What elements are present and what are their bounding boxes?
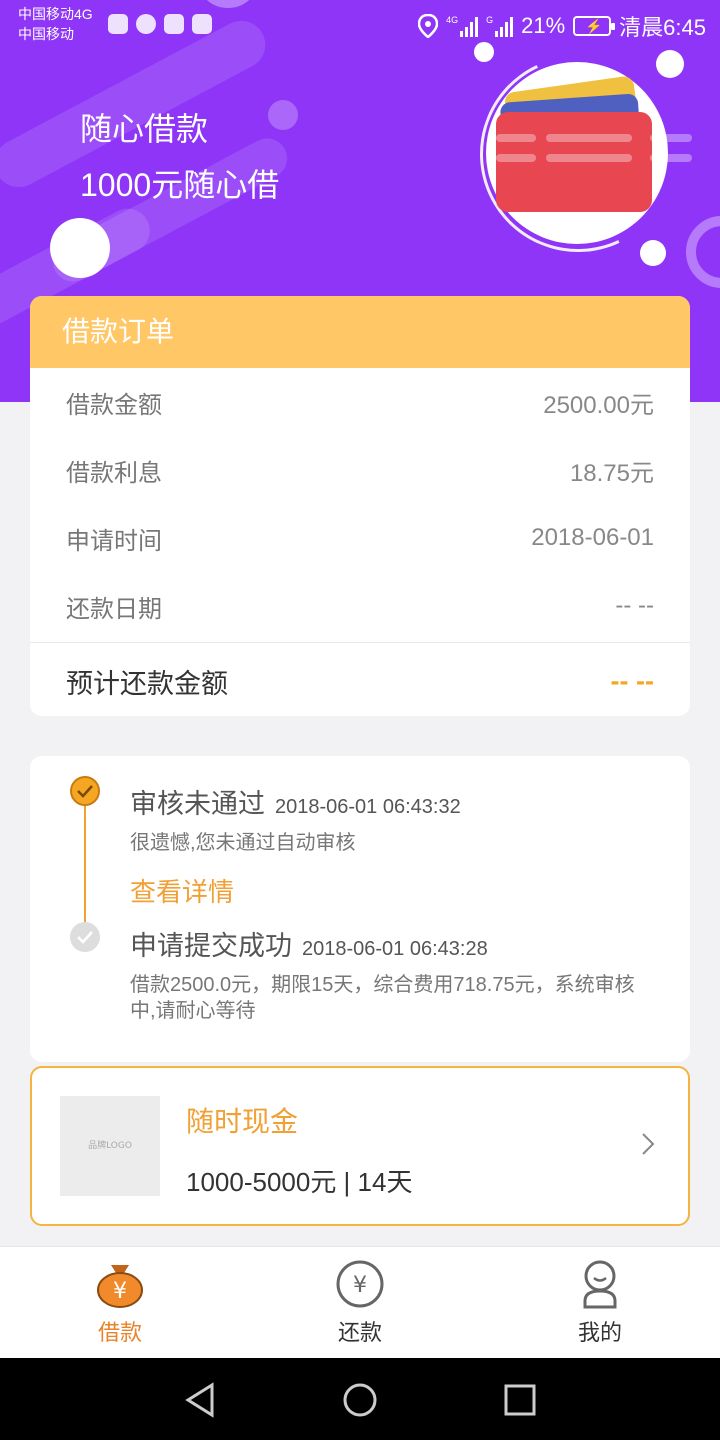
hero-title: 随心借款 <box>80 111 209 147</box>
step-time: 2018-06-01 06:43:28 <box>302 938 488 960</box>
nav-label: 借款 <box>97 1320 142 1345</box>
timeline-connector <box>84 804 86 930</box>
row-label: 申请时间 <box>66 527 162 555</box>
yen-circle-icon: ¥ <box>336 1260 384 1308</box>
order-row-apply-time: 申请时间 2018-06-01 <box>30 504 690 572</box>
step-title: 申请提交成功 <box>130 931 292 961</box>
step-desc: 借款2500.0元，期限15天，综合费用718.75元，系统审核中,请耐心等待 <box>130 974 635 1022</box>
row-label: 还款日期 <box>66 595 162 623</box>
step-time: 2018-06-01 06:43:32 <box>275 796 461 818</box>
status-timeline: 审核未通过 2018-06-01 06:43:32 很遗憾,您未通过自动审核 查看… <box>30 756 690 1062</box>
timeline-step-submitted: 申请提交成功 2018-06-01 06:43:28 <box>130 924 488 963</box>
row-value: 18.75元 <box>569 459 654 487</box>
decor-line <box>650 134 692 142</box>
nav-tab-mine[interactable]: 我的 <box>480 1247 720 1358</box>
product-logo: 品牌LOGO <box>60 1096 160 1196</box>
app-notification-icon <box>108 14 128 34</box>
row-value: 2500.00元 <box>543 391 654 419</box>
total-label: 预计还款金额 <box>66 668 228 699</box>
check-circle-icon <box>70 922 100 952</box>
recents-icon[interactable] <box>500 1380 540 1420</box>
check-circle-active-icon <box>70 776 100 806</box>
row-value: -- -- <box>615 592 654 619</box>
order-row-interest: 借款利息 18.75元 <box>30 436 690 504</box>
app-notification-icon <box>192 14 212 34</box>
nav-tab-borrow[interactable]: ¥ 借款 <box>0 1247 240 1358</box>
total-value: -- -- <box>610 665 654 696</box>
order-card: 借款订单 借款金额 2500.00元 借款利息 18.75元 申请时间 2018… <box>30 296 690 716</box>
chevron-right-icon <box>642 1133 655 1155</box>
order-row-amount: 借款金额 2500.00元 <box>30 368 690 436</box>
status-bar: 中国移动4G 中国移动 4G G 21% ⚡ 清晨6:45 <box>0 0 720 50</box>
notification-icons <box>108 14 212 34</box>
svg-text:¥: ¥ <box>353 1273 367 1298</box>
row-value: 2018-06-01 <box>531 524 654 551</box>
svg-text:¥: ¥ <box>113 1279 127 1304</box>
signal-icon: G <box>486 15 514 37</box>
clock: 清晨6:45 <box>619 15 706 40</box>
system-nav-bar <box>0 1358 720 1440</box>
decor-line <box>650 154 692 162</box>
status-right: 4G G 21% ⚡ 清晨6:45 <box>418 10 706 42</box>
decor-dot <box>268 100 298 130</box>
decor-ring <box>686 216 720 288</box>
bottom-nav: ¥ 借款 ¥ 还款 我的 <box>0 1246 720 1358</box>
location-icon <box>418 14 439 38</box>
user-icon <box>583 1260 617 1309</box>
battery-charging-icon: ⚡ <box>573 16 616 36</box>
wallet-icon <box>486 62 668 244</box>
carrier-line2: 中国移动 <box>18 26 74 42</box>
order-row-repay-date: 还款日期 -- -- <box>30 572 690 640</box>
view-details-link[interactable]: 查看详情 <box>130 872 234 909</box>
order-row-total: 预计还款金额 -- -- <box>30 643 690 716</box>
battery-percent: 21% <box>521 13 566 38</box>
product-name: 随时现金 <box>186 1106 299 1137</box>
home-icon[interactable] <box>340 1380 380 1420</box>
back-icon[interactable] <box>180 1380 220 1420</box>
money-bag-icon: ¥ <box>97 1265 143 1308</box>
step-title: 审核未通过 <box>130 789 265 819</box>
product-info: 1000-5000元 | 14天 <box>186 1167 413 1197</box>
carrier-line1: 中国移动4G <box>18 6 93 22</box>
row-label: 借款金额 <box>66 391 162 419</box>
step-desc: 很遗憾,您未通过自动审核 <box>130 832 356 854</box>
row-label: 借款利息 <box>66 459 162 487</box>
order-card-title: 借款订单 <box>30 296 690 368</box>
decor-dot <box>50 218 110 278</box>
nav-label: 我的 <box>577 1320 622 1345</box>
loan-product-card[interactable]: 品牌LOGO 随时现金 1000-5000元 | 14天 <box>30 1066 690 1226</box>
hero-subtitle: 1000元随心借 <box>80 167 280 203</box>
carrier-label: 中国移动4G 中国移动 <box>18 4 93 44</box>
app-notification-icon <box>164 14 184 34</box>
timeline-step-rejected: 审核未通过 2018-06-01 06:43:32 <box>130 782 461 821</box>
nav-label: 还款 <box>337 1320 382 1345</box>
chat-notification-icon <box>136 14 156 34</box>
nav-tab-repay[interactable]: ¥ 还款 <box>240 1247 480 1358</box>
signal-4g-icon: 4G <box>446 15 479 37</box>
